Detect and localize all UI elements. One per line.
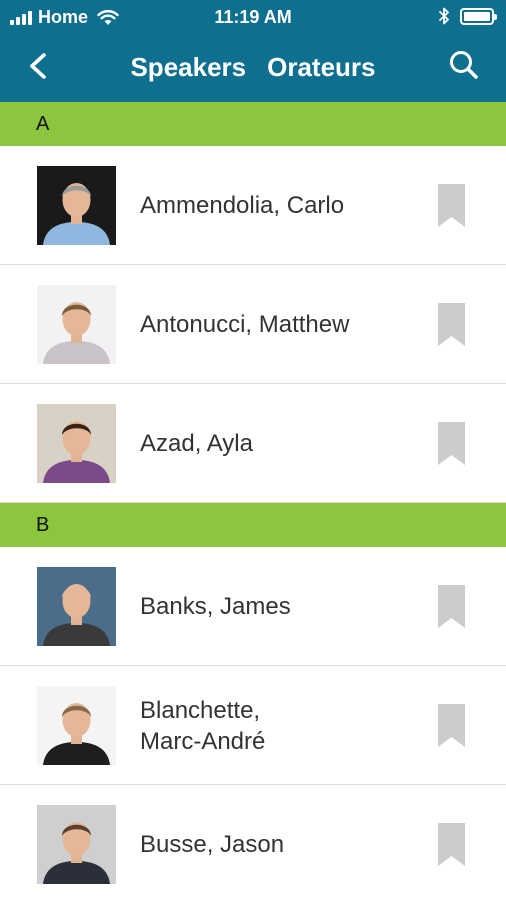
bookmark-icon[interactable] <box>438 585 465 628</box>
section-header: A <box>0 102 506 146</box>
bookmark-icon[interactable] <box>438 184 465 227</box>
title-english: Speakers <box>130 52 247 82</box>
top-bar: Home 11:19 AM Speakers Orateurs <box>0 0 506 102</box>
section-header: B <box>0 503 506 547</box>
speaker-row[interactable]: Antonucci, Matthew <box>0 265 506 384</box>
speaker-row[interactable]: Azad, Ayla <box>0 384 506 503</box>
speaker-row[interactable]: Busse, Jason <box>0 785 506 900</box>
bookmark-icon[interactable] <box>438 704 465 747</box>
speaker-photo <box>37 567 116 646</box>
speaker-row[interactable]: Blanchette, Marc-André <box>0 666 506 785</box>
nav-bar: Speakers Orateurs <box>0 34 506 102</box>
speaker-name: Busse, Jason <box>140 831 285 858</box>
speaker-photo <box>37 805 116 884</box>
speaker-photo <box>37 166 116 245</box>
speaker-photo <box>37 404 116 483</box>
speaker-photo <box>37 686 116 765</box>
speaker-name: Antonucci, Matthew <box>140 311 350 338</box>
bookmark-icon[interactable] <box>438 823 465 866</box>
status-bar: Home 11:19 AM <box>0 0 506 34</box>
search-icon[interactable] <box>446 48 482 84</box>
page-title: Speakers Orateurs <box>0 52 506 83</box>
speaker-name: Blanchette, Marc-André <box>140 696 266 755</box>
speaker-name: Banks, James <box>140 593 291 620</box>
speaker-row[interactable]: Ammendolia, Carlo <box>0 146 506 265</box>
speaker-row[interactable]: Banks, James <box>0 547 506 666</box>
speaker-list: A Ammendolia, Carlo Antonucci, Matthew A… <box>0 102 506 900</box>
battery-icon <box>460 7 497 25</box>
title-french: Orateurs <box>267 52 376 82</box>
bluetooth-icon <box>438 7 449 25</box>
bookmark-icon[interactable] <box>438 422 465 465</box>
status-time: 11:19 AM <box>214 7 292 27</box>
speaker-name: Azad, Ayla <box>140 430 253 457</box>
bookmark-icon[interactable] <box>438 303 465 346</box>
speaker-name: Ammendolia, Carlo <box>140 192 345 219</box>
speaker-photo <box>37 285 116 364</box>
